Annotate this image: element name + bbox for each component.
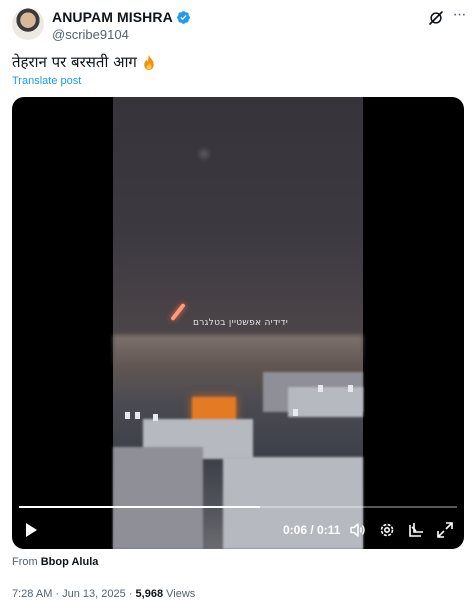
window-light — [318, 385, 323, 392]
play-icon[interactable] — [22, 521, 40, 539]
time-separator: / — [307, 523, 318, 537]
post-time-link[interactable]: 7:28 AM — [12, 588, 52, 600]
duration: 0:11 — [317, 523, 341, 537]
source-name-link[interactable]: Bbop Alula — [41, 556, 99, 568]
cloud-bank — [113, 335, 363, 365]
settings-icon[interactable] — [378, 521, 396, 539]
post-body: तेहरान पर बरसती आग — [12, 53, 137, 71]
author-name-row[interactable]: ANUPAM MISHRA — [52, 9, 191, 25]
video-time: 0:06 / 0:11 — [283, 523, 340, 537]
author-handle[interactable]: @scribe9104 — [52, 27, 129, 42]
window-light — [125, 412, 130, 419]
display-name[interactable]: ANUPAM MISHRA — [52, 9, 173, 25]
missile-trail — [170, 302, 186, 322]
sky-glow — [199, 149, 209, 159]
translate-post-link[interactable]: Translate post — [12, 75, 81, 87]
video-source: From Bbop Alula — [12, 556, 98, 568]
post-meta: 7:28 AM · Jun 13, 2025 · 5,968 Views — [12, 588, 195, 600]
avatar[interactable] — [12, 8, 44, 40]
picture-in-picture-icon[interactable] — [407, 521, 425, 539]
current-time: 0:06 — [283, 523, 308, 537]
source-prefix: From — [12, 556, 41, 568]
window-light — [348, 385, 353, 392]
views-label: Views — [163, 588, 196, 600]
fire-icon — [144, 54, 154, 70]
views-count: 5,968 — [135, 588, 164, 600]
video-controls: 0:06 / 0:11 — [12, 517, 464, 543]
meta-dot: · — [125, 588, 136, 600]
grok-icon[interactable] — [427, 9, 445, 27]
meta-dot: · — [52, 588, 63, 600]
verified-badge-icon — [176, 10, 190, 24]
window-light — [135, 412, 140, 419]
video-player[interactable]: ידידיה אפשטיין בטלגרם 0:06 / 0:11 — [12, 97, 464, 549]
video-progress-fill — [19, 506, 260, 508]
video-watermark: ידידיה אפשטיין בטלגרם — [193, 318, 289, 328]
more-options-icon[interactable]: ··· — [450, 7, 468, 27]
window-light — [293, 409, 298, 416]
fullscreen-icon[interactable] — [436, 521, 454, 539]
video-progress-bar[interactable] — [19, 506, 457, 508]
window-light — [153, 414, 158, 421]
video-frame[interactable]: ידידיה אפשטיין בטלגרם — [113, 97, 363, 549]
post-text: तेहरान पर बरसती आग — [12, 52, 157, 72]
post-date-link[interactable]: Jun 13, 2025 — [62, 588, 126, 600]
volume-icon[interactable] — [349, 521, 367, 539]
